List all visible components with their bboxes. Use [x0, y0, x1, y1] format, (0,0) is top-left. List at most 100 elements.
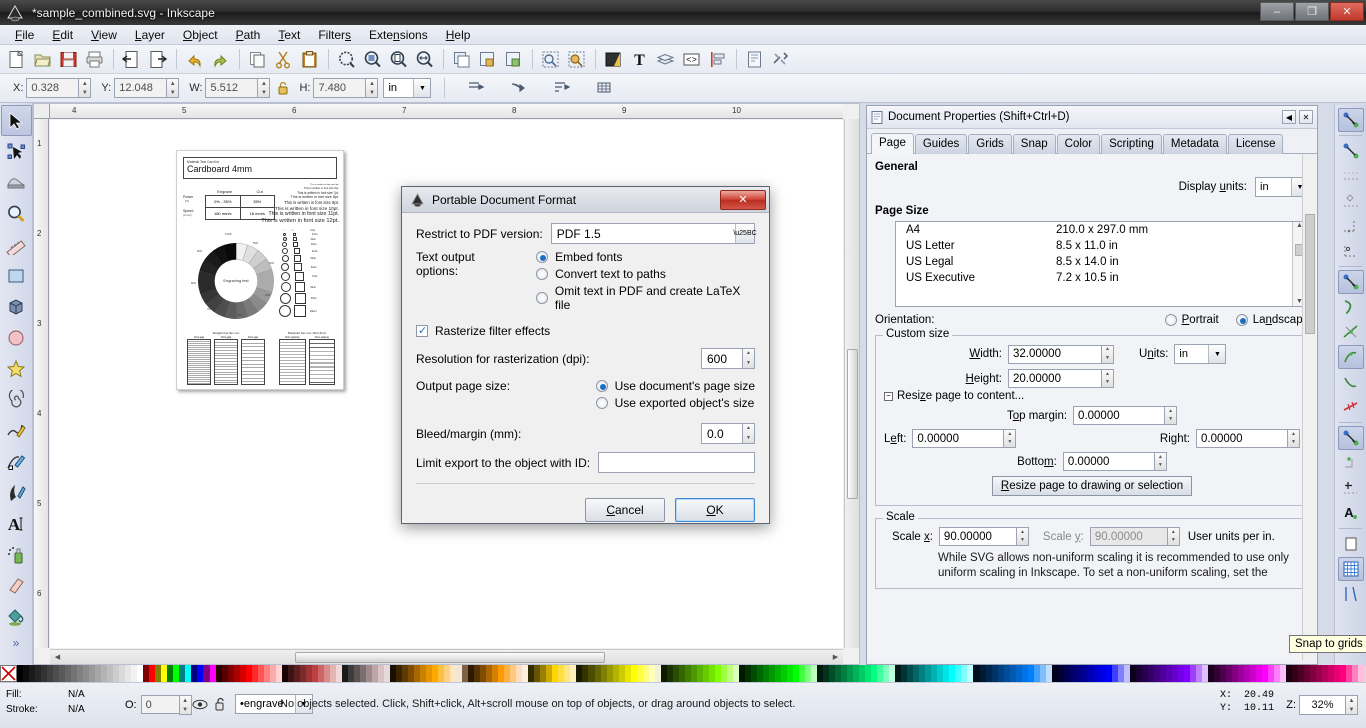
tab-guides[interactable]: Guides — [914, 134, 968, 154]
snap-line-midpoint-icon[interactable] — [1338, 395, 1364, 419]
snap-bbox-midpoint-icon[interactable] — [1338, 214, 1364, 238]
height-input[interactable]: 20.00000 — [1008, 369, 1102, 388]
display-units-combo[interactable]: in ▼ — [1255, 177, 1309, 197]
undo-icon[interactable] — [182, 47, 207, 72]
zoom-page-icon[interactable] — [386, 47, 411, 72]
export-icon[interactable] — [145, 47, 170, 72]
snap-path-icon[interactable] — [1338, 295, 1364, 319]
snap-bbox-icon[interactable] — [1338, 139, 1364, 163]
opacity-field[interactable]: ▲▼ — [140, 695, 192, 715]
open-document-icon[interactable] — [30, 47, 55, 72]
bleed-stepper[interactable]: ▲ ▼ — [743, 423, 755, 444]
snap-bbox-edge-icon[interactable] — [1338, 164, 1364, 188]
snap-intersection-icon[interactable] — [1338, 320, 1364, 344]
calligraphy-tool[interactable] — [1, 477, 32, 508]
menu-edit[interactable]: Edit — [43, 26, 82, 44]
snap-guides-icon[interactable] — [1338, 582, 1364, 606]
none-swatch[interactable] — [0, 665, 17, 682]
zoom-page-width-icon[interactable] — [412, 47, 437, 72]
opacity-stepper[interactable]: ▲ ▼ — [178, 695, 192, 715]
dialog-close-button[interactable]: ✕ — [720, 189, 766, 210]
affect-corners-icon[interactable] — [506, 76, 531, 101]
eye-icon[interactable] — [192, 698, 208, 711]
spray-can-tool[interactable] — [1, 539, 32, 570]
ellipse-tool[interactable] — [1, 322, 32, 353]
use-object-size-radio[interactable] — [595, 397, 608, 409]
redo-icon[interactable] — [208, 47, 233, 72]
duplicate-icon[interactable] — [449, 47, 474, 72]
tab-grids[interactable]: Grids — [968, 134, 1012, 154]
cancel-button[interactable]: Cancel — [585, 498, 665, 522]
orientation-portrait-radio[interactable] — [1164, 314, 1177, 326]
width-stepper[interactable]: ▲ ▼ — [1102, 344, 1114, 364]
tab-snap[interactable]: Snap — [1012, 134, 1056, 154]
import-icon[interactable] — [119, 47, 144, 72]
expander-minus-icon[interactable]: − — [884, 391, 893, 401]
print-icon[interactable] — [82, 47, 107, 72]
units-combo[interactable]: in ▼ — [383, 78, 432, 98]
bezier-pen-tool[interactable] — [1, 446, 32, 477]
scroll-right-arrow[interactable]: ▶ — [828, 653, 843, 661]
y-input[interactable] — [114, 78, 167, 98]
width-input[interactable]: 32.00000 — [1008, 344, 1102, 364]
measure-tool[interactable] — [1, 229, 32, 260]
zoom-field[interactable]: ▲▼ — [1299, 695, 1358, 715]
restore-button[interactable]: ❐ — [1295, 2, 1329, 21]
bottom-margin-input[interactable]: 0.00000 — [1062, 452, 1155, 471]
right-margin-input[interactable]: 0.00000 — [1196, 429, 1288, 448]
node-edit-tool[interactable] — [1, 136, 32, 167]
group-icon[interactable] — [475, 47, 500, 72]
top-margin-stepper[interactable]: ▲ ▼ — [1165, 406, 1178, 425]
paste-icon[interactable] — [297, 47, 322, 72]
bottom-margin-stepper[interactable]: ▲ ▼ — [1154, 452, 1167, 471]
h-input[interactable] — [313, 78, 366, 98]
align-distribute-icon[interactable] — [705, 47, 730, 72]
minimize-button[interactable]: – — [1260, 2, 1294, 21]
snap-bbox-corner-icon[interactable] — [1338, 189, 1364, 213]
h-field[interactable]: ▲▼ — [313, 78, 379, 98]
snap-nodes-icon[interactable] — [1337, 270, 1364, 294]
menu-filters[interactable]: Filters — [309, 26, 360, 44]
snap-text-baseline-icon[interactable]: A — [1338, 501, 1364, 525]
page-size-row[interactable]: A4 210.0 x 297.0 mm — [896, 222, 1306, 238]
zoom-stepper[interactable]: ▲ ▼ — [1345, 695, 1358, 715]
orientation-landscape-label[interactable]: Landscape — [1253, 314, 1309, 326]
scale-x-stepper[interactable]: ▲ ▼ — [1016, 527, 1029, 546]
omit-text-radio[interactable] — [536, 292, 548, 304]
fill-stroke-icon[interactable] — [601, 47, 626, 72]
scroll-thumb[interactable] — [1305, 214, 1315, 334]
vertical-ruler[interactable]: 1 2 3 4 5 6 — [34, 119, 49, 648]
layers-icon[interactable] — [653, 47, 678, 72]
snap-rotation-center-icon[interactable] — [1338, 476, 1364, 500]
fill-value[interactable]: N/A — [68, 687, 85, 702]
save-document-icon[interactable] — [56, 47, 81, 72]
preferences-icon[interactable] — [768, 47, 793, 72]
star-tool[interactable] — [1, 353, 32, 384]
left-margin-stepper[interactable]: ▲ ▼ — [1004, 429, 1017, 448]
scale-x-input[interactable]: 90.00000 — [938, 527, 1017, 546]
document-page[interactable]: Material Test Card for Cardboard 4mm Eng… — [176, 150, 344, 390]
snap-global-icon[interactable] — [1337, 108, 1364, 132]
resize-page-button[interactable]: Resize page to drawing or selection — [991, 476, 1193, 496]
page-size-row[interactable]: US Executive 7.2 x 10.5 in — [896, 270, 1306, 286]
zoom-selection-icon[interactable] — [334, 47, 359, 72]
resolution-stepper[interactable]: ▲ ▼ — [743, 348, 755, 369]
omit-text-option[interactable]: Omit text in PDF and create LaTeX file — [536, 284, 755, 312]
selector-tool[interactable] — [0, 105, 32, 136]
menu-extensions[interactable]: Extensions — [360, 26, 437, 44]
bleed-input[interactable]: 0.0 — [701, 423, 743, 444]
snap-grid-icon[interactable] — [1337, 557, 1364, 581]
text-tool[interactable]: A — [1, 508, 32, 539]
close-button[interactable]: ✕ — [1330, 2, 1364, 21]
affect-stroke-icon[interactable] — [463, 76, 488, 101]
copy-icon[interactable] — [245, 47, 270, 72]
ok-button[interactable]: OK — [675, 498, 755, 522]
pencil-tool[interactable] — [1, 415, 32, 446]
cut-icon[interactable] — [271, 47, 296, 72]
affect-gradients-icon[interactable] — [549, 76, 574, 101]
use-object-size-option[interactable]: Use exported object's size — [595, 396, 755, 410]
xml-editor-icon[interactable]: <> — [679, 47, 704, 72]
resize-page-expander[interactable]: − Resize page to content... — [884, 390, 1300, 402]
opacity-input[interactable] — [140, 695, 179, 714]
spiral-tool[interactable] — [1, 384, 32, 415]
